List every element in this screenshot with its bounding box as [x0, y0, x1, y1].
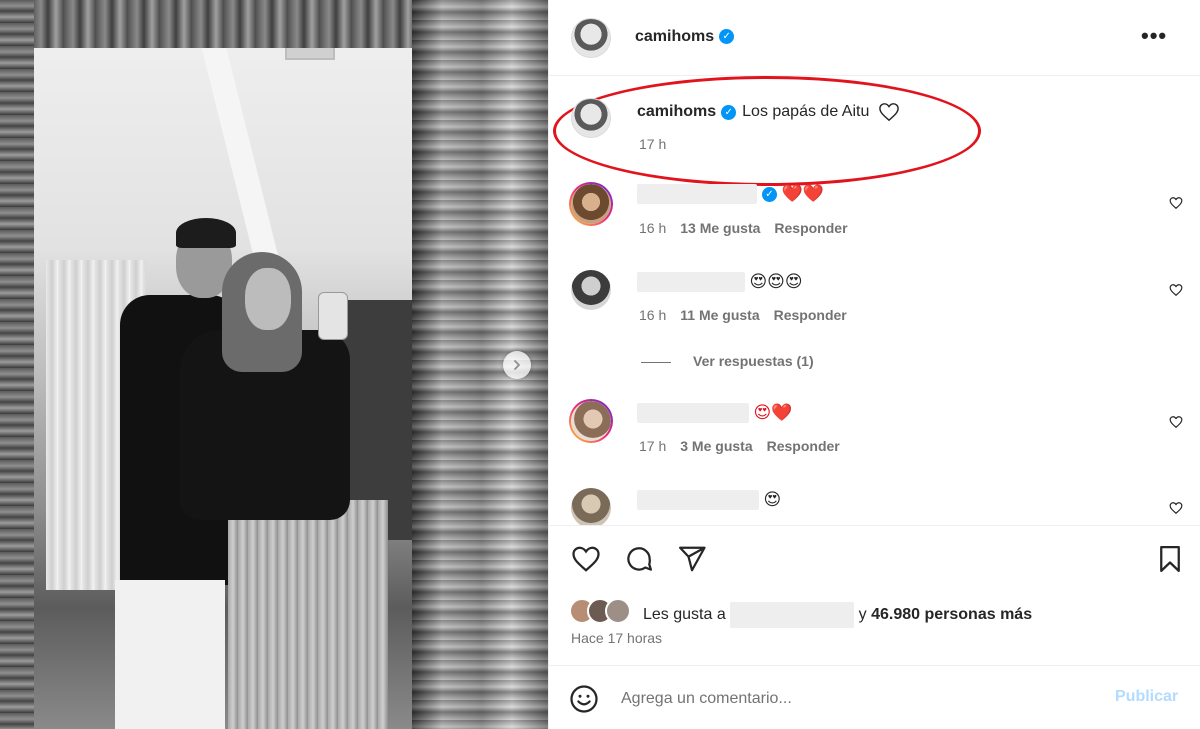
comment-meta: 17 h 3 Me gusta Responder [639, 438, 840, 454]
heart-icon[interactable] [1169, 501, 1183, 515]
emoji-icon[interactable] [569, 684, 599, 714]
caption-text: Los papás de Aitu [742, 103, 870, 121]
comment-avatar[interactable] [569, 182, 613, 226]
photo-phone [318, 292, 348, 340]
verified-badge-icon: ✓ [762, 186, 777, 202]
post-actions: Les gusta a y 46.980 personas más Hace 1… [549, 525, 1200, 665]
heart-icon[interactable] [1169, 196, 1183, 210]
list-item: 😍❤️ [637, 403, 792, 423]
list-item: 😍😍😍 [637, 272, 803, 292]
comment-avatar[interactable] [571, 270, 611, 310]
highlight-ellipse [553, 76, 981, 186]
view-replies-button[interactable]: Ver respuestas (1) [641, 353, 814, 369]
post-header: camihoms ✓ ••• [549, 0, 1200, 76]
caption-time: 17 h [639, 136, 667, 152]
redacted-username[interactable] [637, 403, 749, 423]
view-replies-label[interactable]: Ver respuestas (1) [693, 353, 814, 369]
bookmark-icon[interactable] [1155, 544, 1185, 574]
comment-text: 😍 [763, 490, 782, 509]
likes-prefix: Les gusta a [643, 606, 726, 624]
comment-text: ❤️❤️ [781, 184, 824, 203]
comment-time: 16 h [639, 220, 667, 236]
post-photo[interactable] [0, 0, 548, 729]
photo-woman-face [245, 268, 291, 330]
heart-outline-icon [878, 103, 899, 122]
post-timestamp[interactable]: Hace 17 horas [571, 630, 662, 646]
photo-mirror-frame-top [0, 0, 430, 48]
verified-badge-icon: ✓ [721, 104, 737, 120]
photo-man-cap [176, 218, 236, 248]
redacted-username[interactable] [637, 272, 745, 292]
comment-time: 16 h [639, 307, 667, 323]
redacted-username[interactable] [730, 602, 855, 628]
photo-mirror-frame-left [0, 0, 34, 729]
comment-text: 😍😍😍 [749, 272, 803, 291]
heart-icon[interactable] [1169, 283, 1183, 297]
caption-username[interactable]: camihoms [637, 103, 716, 120]
comment-input[interactable] [621, 686, 1081, 712]
post-side-panel: camihoms ✓ ••• camihoms ✓ Los papás de Aitu… [548, 0, 1200, 729]
caption-avatar[interactable] [571, 98, 611, 138]
redacted-username[interactable] [637, 490, 759, 510]
view-replies-line [641, 361, 671, 363]
reply-button[interactable]: Responder [767, 438, 840, 454]
avatar [605, 598, 631, 624]
liker-avatars[interactable] [569, 598, 639, 624]
likes-others[interactable]: 46.980 personas más [871, 606, 1032, 623]
comment-likes[interactable]: 3 Me gusta [680, 438, 752, 454]
reply-button[interactable]: Responder [774, 307, 847, 323]
likes-summary: Les gusta a y 46.980 personas más [643, 602, 1032, 628]
verified-badge-icon: ✓ [719, 29, 735, 45]
comment-icon[interactable] [624, 544, 654, 574]
reply-button[interactable]: Responder [774, 220, 847, 236]
post-button[interactable]: Publicar [1115, 688, 1178, 706]
comment-text: 😍❤️ [753, 403, 793, 422]
comment-likes[interactable]: 13 Me gusta [680, 220, 760, 236]
list-item: ✓ ❤️❤️ [637, 184, 824, 204]
header-username-text[interactable]: camihoms [635, 28, 714, 45]
photo-woman-jeans [228, 500, 388, 729]
comment-meta: 16 h 13 Me gusta Responder [639, 220, 848, 236]
comment-time: 17 h [639, 438, 667, 454]
photo-man-pants [115, 580, 225, 729]
more-options-icon[interactable]: ••• [1141, 25, 1167, 47]
likes-connector: y [858, 606, 867, 624]
comment-avatar[interactable] [571, 488, 611, 525]
list-item: 😍 [637, 490, 781, 510]
comments-list[interactable]: camihoms ✓ Los papás de Aitu 17 h ✓ ❤️❤️ 1… [549, 76, 1200, 525]
comment-meta: 16 h 11 Me gusta Responder [639, 307, 847, 323]
heart-icon[interactable] [571, 544, 601, 574]
header-username[interactable]: camihoms ✓ [635, 28, 735, 46]
caption: camihoms ✓ Los papás de Aitu [637, 102, 900, 122]
avatar[interactable] [571, 18, 611, 58]
heart-icon[interactable] [1169, 415, 1183, 429]
comment-composer: Publicar [549, 665, 1200, 729]
carousel-next-button[interactable] [503, 351, 531, 379]
comment-avatar[interactable] [569, 399, 613, 443]
redacted-username[interactable] [637, 184, 757, 204]
chevron-right-icon [514, 360, 520, 370]
share-icon[interactable] [677, 544, 707, 574]
comment-likes[interactable]: 11 Me gusta [680, 307, 759, 323]
